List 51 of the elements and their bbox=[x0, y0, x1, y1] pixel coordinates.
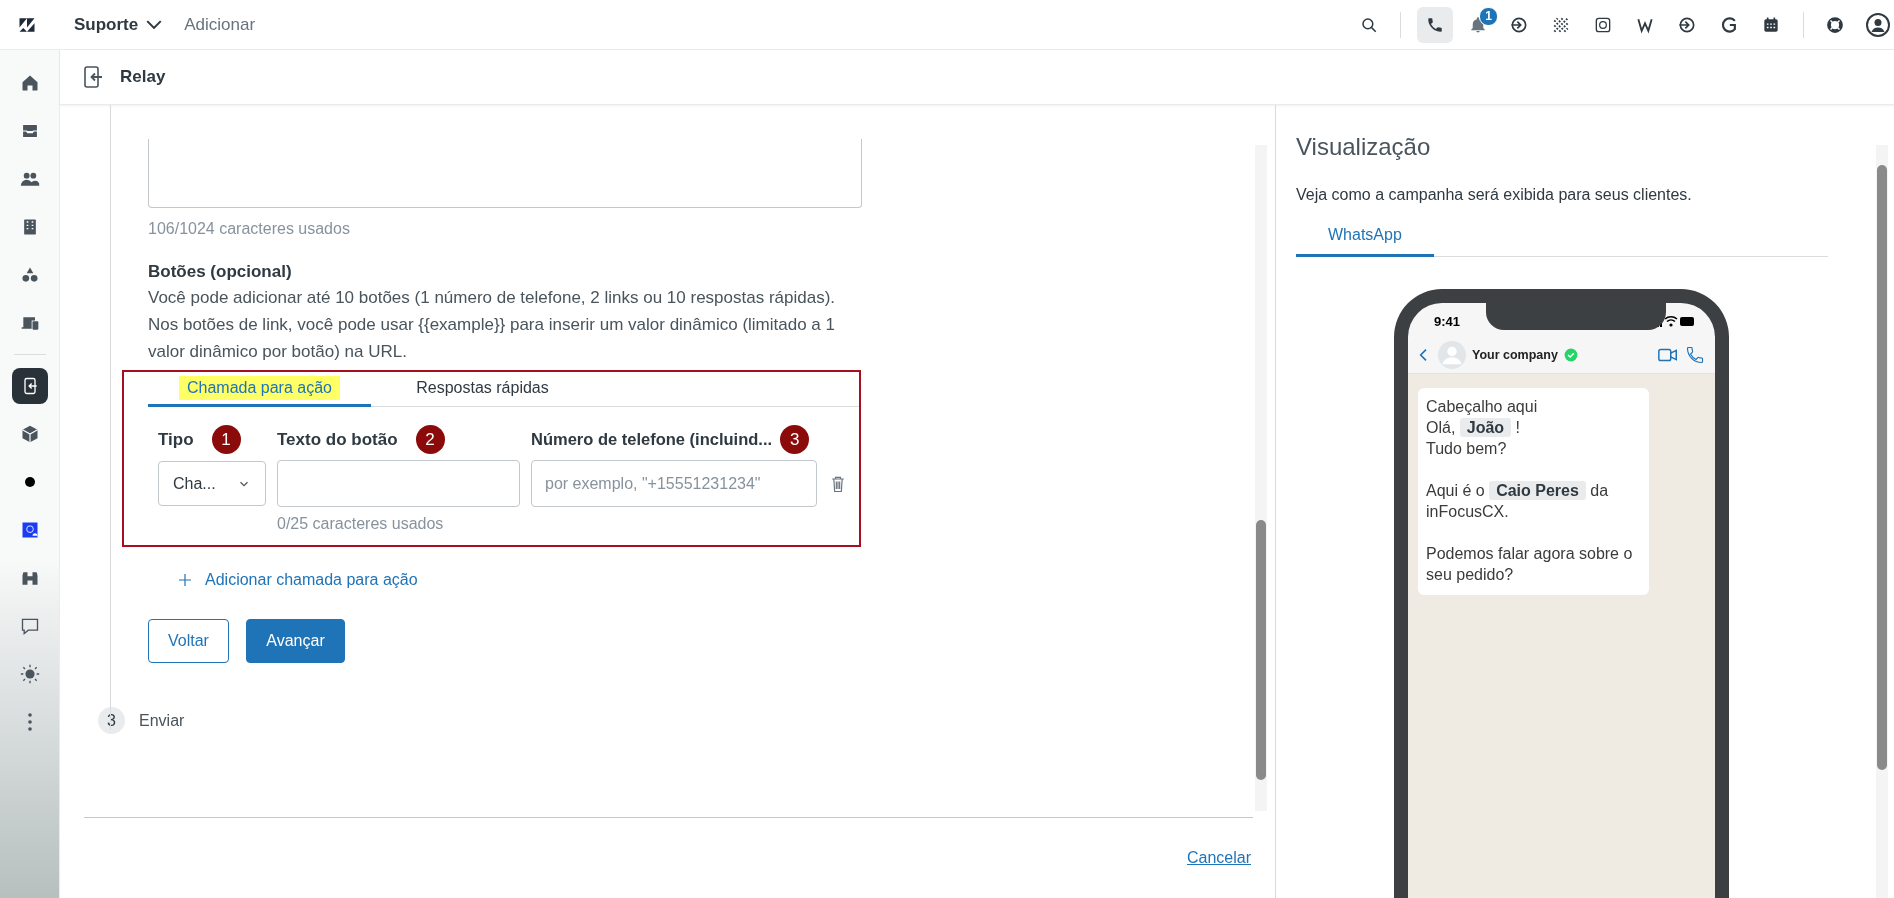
chat-bubble-icon bbox=[19, 616, 40, 636]
phone-icon[interactable] bbox=[1685, 345, 1705, 365]
status-time: 9:41 bbox=[1434, 313, 1461, 329]
tab[interactable]: Respostas rápidas bbox=[371, 372, 594, 407]
letter-g-icon[interactable] bbox=[1719, 14, 1739, 35]
add-link[interactable]: Adicionar bbox=[184, 14, 256, 35]
product-menu[interactable]: Suporte bbox=[74, 14, 163, 35]
back-button[interactable]: Voltar bbox=[148, 619, 229, 663]
nav-item[interactable] bbox=[11, 368, 48, 404]
column-label: Tipo bbox=[158, 429, 194, 450]
add-action-link[interactable]: Adicionar chamada para ação bbox=[177, 571, 418, 589]
avatar-icon[interactable] bbox=[1866, 12, 1890, 37]
section-title: Botões (opcional) bbox=[148, 262, 293, 282]
lifebuoy-icon[interactable] bbox=[1826, 15, 1844, 34]
preview-title: Visualização bbox=[1296, 133, 1432, 161]
more-icon bbox=[27, 713, 32, 731]
column-label: Número de telefone (incluind... bbox=[531, 430, 773, 449]
tab[interactable]: Chamada para ação bbox=[148, 372, 371, 407]
step-label[interactable]: Enviar bbox=[139, 711, 185, 730]
inbox-icon bbox=[19, 121, 40, 141]
scrollbar[interactable] bbox=[1255, 145, 1267, 811]
notification-badge: 1 bbox=[1479, 6, 1498, 26]
cube-icon bbox=[19, 424, 40, 444]
help-text: Você pode adicionar até 10 botões (1 número de telefone, 2 links ou 10 respostas rápidas). Nos botões de link, você pode usar {{example}} para inserir um valor dinâmico (limitado a 1 valor dinâmico por botão) na URL. bbox=[148, 287, 837, 363]
search-icon[interactable] bbox=[1360, 15, 1378, 34]
number-marker: 1 bbox=[211, 425, 241, 454]
cancel-link[interactable]: Cancelar bbox=[1186, 849, 1251, 868]
character-counter: 0/25 caracteres usados bbox=[277, 515, 445, 533]
avatar-icon bbox=[1438, 341, 1466, 369]
verified-icon bbox=[1563, 348, 1578, 362]
sun-icon bbox=[19, 664, 40, 684]
scrollbar[interactable] bbox=[1876, 145, 1888, 898]
message-field[interactable] bbox=[148, 139, 862, 208]
button-text-field[interactable] bbox=[277, 460, 520, 507]
character-counter: 106/1024 caracteres usados bbox=[148, 220, 351, 238]
next-button[interactable]: Avançar bbox=[246, 619, 345, 663]
chevron-down-icon bbox=[146, 20, 163, 29]
preview-description: Veja como a campanha será exibida para seus clientes. bbox=[1296, 186, 1693, 204]
tab[interactable]: WhatsApp bbox=[1296, 226, 1434, 257]
number-marker: 2 bbox=[415, 425, 445, 454]
bell-icon[interactable] bbox=[1469, 15, 1487, 34]
number-marker: 3 bbox=[780, 425, 810, 454]
plus-icon bbox=[177, 572, 193, 588]
type-dropdown[interactable]: Cha... bbox=[158, 461, 266, 506]
phone-number-field[interactable]: por exemplo, "+15551231234" bbox=[531, 460, 817, 507]
phone-icon bbox=[1426, 15, 1444, 34]
contact-name: Your company bbox=[1472, 348, 1558, 362]
message-text: Cabeçalho aqui Olá, João ! Tudo bem? Aqui é o Caio Peres da inFocusCX. Podemos falar agora sobre o seu pedido? bbox=[1426, 397, 1634, 585]
phone-button[interactable] bbox=[1417, 6, 1453, 43]
app-title: Relay bbox=[120, 67, 166, 87]
column-label: Texto do botão bbox=[277, 429, 398, 450]
